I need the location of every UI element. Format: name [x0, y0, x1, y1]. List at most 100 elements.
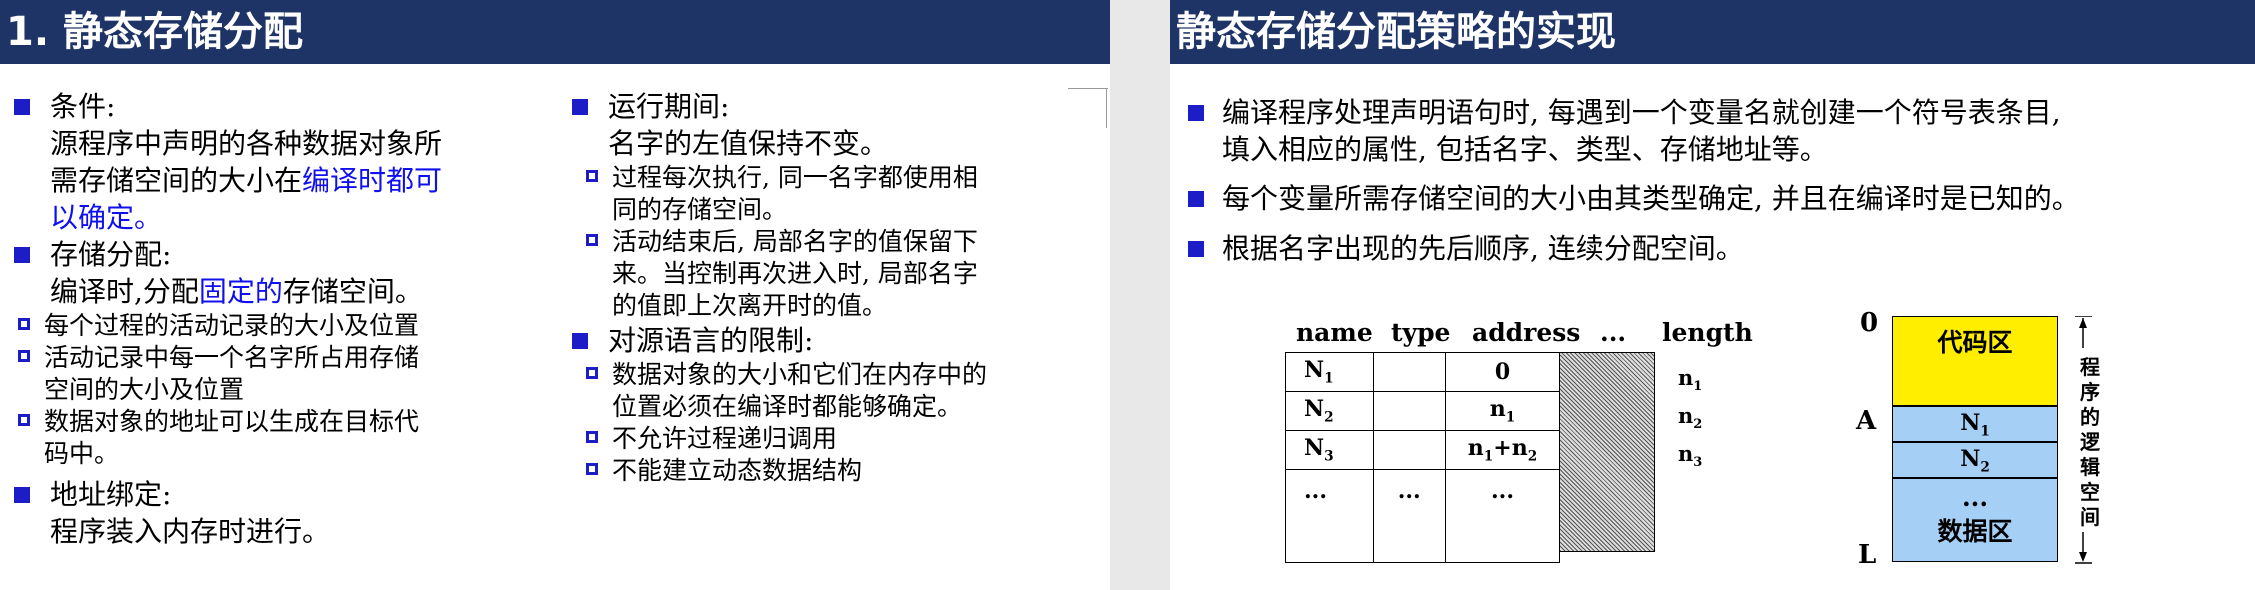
hatched-column [1560, 352, 1655, 552]
subscript: 3 [1324, 448, 1334, 465]
cell-text: n [1678, 365, 1694, 390]
memory-label-A: A [1856, 406, 1877, 436]
table-header-dots: ... [1600, 318, 1627, 347]
subscript: 1 [1980, 423, 1990, 440]
highlight-text: 以确定。 [50, 201, 163, 234]
memory-label-0: 0 [1860, 308, 1879, 338]
table-header-address: address [1472, 318, 1581, 347]
right-column: 运行期间: 名字的左值保持不变。 过程每次执行, 同一名字都使用相 同的存储空间… [572, 88, 1092, 487]
code-region: 代码区 [1892, 316, 2058, 406]
memory-label-L: L [1858, 540, 1877, 570]
bullet-storage-allocation: 存储分配: 编译时,分配固定的存储空间。 [14, 236, 534, 310]
subscript: 2 [1324, 409, 1334, 426]
hollow-square-icon [586, 170, 598, 182]
data-region: ... 数据区 [1892, 478, 2058, 562]
sub-bullet: 不允许过程递归调用 [582, 423, 1092, 455]
text-run: 存储空间。 [282, 275, 423, 308]
region-label: 代码区 [1937, 328, 2013, 357]
bullet-address-binding: 地址绑定: 程序装入内存时进行。 [14, 476, 534, 550]
subscript: 2 [1980, 459, 1990, 476]
cell-text: 0 [1494, 359, 1511, 385]
cell-text: ... [1304, 478, 1327, 504]
sub-bullet: 数据对象的大小和它们在内存中的 位置必须在编译时都能够确定。 [582, 359, 1092, 423]
subscript: 1 [1505, 409, 1516, 426]
side-label-char: 间 [2080, 505, 2100, 529]
subscript: 1 [1324, 370, 1334, 387]
bullet-square-icon [1188, 191, 1204, 207]
cell-text: ... [1397, 478, 1421, 504]
table-cell [1372, 352, 1446, 392]
region-label: N [1960, 446, 1981, 472]
hollow-square-icon [18, 318, 30, 330]
bullet-label: 地址绑定: [50, 478, 172, 511]
bullet-size-by-type: 每个变量所需存储空间的大小由其类型确定, 并且在编译时是已知的。 [1188, 180, 2255, 217]
bullet-label: 对源语言的限制: [608, 324, 814, 357]
table-cell: ... [1372, 469, 1446, 563]
sub-bullet: 活动结束后, 局部名字的值保留下 来。当控制再次进入时, 局部名字 的值即上次离… [582, 226, 1092, 322]
cell-text: n [1489, 396, 1506, 423]
bullet-square-icon [14, 247, 30, 263]
side-label-char: 辑 [2080, 455, 2100, 479]
hollow-square-icon [586, 463, 598, 475]
bullet-square-icon [1188, 105, 1204, 121]
table-cell: ... [1444, 469, 1561, 563]
length-label: n3 [1678, 441, 1702, 470]
bullet-runtime: 运行期间: 名字的左值保持不变。 [572, 88, 1092, 162]
sub-bullet-text: 过程每次执行, 同一名字都使用相 [612, 163, 978, 192]
cell-text: +n [1493, 435, 1528, 462]
subscript: 1 [1693, 379, 1703, 395]
bullet-text: 编译程序处理声明语句时, 每遇到一个变量名就创建一个符号表条目, [1222, 96, 2061, 129]
sub-bullet: 活动记录中每一个名字所占用存储 空间的大小及位置 [14, 342, 534, 406]
sub-bullet-text: 空间的大小及位置 [44, 375, 245, 404]
bullet-text: 名字的左值保持不变。 [608, 127, 889, 160]
slide-implementation: 静态存储分配策略的实现 编译程序处理声明语句时, 每遇到一个变量名就创建一个符号… [1170, 0, 2255, 590]
highlight-text: 编译时都可 [302, 164, 443, 197]
hollow-square-icon [586, 367, 598, 379]
bullet-conditions: 条件: 源程序中声明的各种数据对象所 需存储空间的大小在编译时都可 以确定。 [14, 88, 534, 236]
table-cell: ... [1285, 469, 1374, 563]
hollow-square-icon [586, 234, 598, 246]
sub-bullet: 数据对象的地址可以生成在目标代 码中。 [14, 406, 534, 470]
table-header-type: type [1391, 318, 1451, 347]
table-cell: n1+n2 [1444, 430, 1561, 470]
subscript: 3 [1693, 455, 1703, 471]
bullet-label: 条件: [50, 90, 116, 123]
side-label-char: 的 [2080, 405, 2100, 429]
cell-text: n [1467, 435, 1484, 462]
sub-bullet-text: 每个过程的活动记录的大小及位置 [44, 311, 420, 340]
bullet-sequential-allocation: 根据名字出现的先后顺序, 连续分配空间。 [1188, 230, 2255, 267]
bullet-text: 编译时,分配固定的存储空间。 [50, 273, 534, 310]
bullet-square-icon [572, 333, 588, 349]
bullet-square-icon [1188, 241, 1204, 257]
sub-bullet-text: 活动结束后, 局部名字的值保留下 [612, 227, 978, 256]
table-cell: 0 [1444, 352, 1561, 392]
region-label: N [1960, 410, 1981, 436]
memory-n2: N2 [1892, 442, 2058, 478]
subscript: 2 [1693, 417, 1703, 433]
table-cell: n1 [1444, 391, 1561, 431]
logical-space-label: 程序的逻辑空间 [2078, 355, 2102, 530]
table-cell: N2 [1285, 391, 1374, 431]
sub-bullet-text: 活动记录中每一个名字所占用存储 [44, 343, 420, 372]
subscript: 2 [1527, 448, 1538, 465]
slide1-title: 1. 静态存储分配 [0, 0, 1110, 64]
bullet-text: 源程序中声明的各种数据对象所 [50, 127, 443, 160]
sub-bullet-text: 码中。 [44, 439, 120, 468]
hollow-square-icon [18, 350, 30, 362]
sub-bullet-text: 数据对象的地址可以生成在目标代 [44, 407, 420, 436]
left-column: 条件: 源程序中声明的各种数据对象所 需存储空间的大小在编译时都可 以确定。 存… [14, 88, 534, 550]
length-label: n2 [1678, 403, 1702, 432]
length-label: n1 [1678, 365, 1702, 394]
text-run: 需存储空间的大小在 [50, 164, 303, 197]
bullet-language-restrictions: 对源语言的限制: [572, 322, 1092, 359]
bullet-text: 填入相应的属性, 包括名字、类型、存储地址等。 [1222, 133, 1828, 166]
memory-n1: N1 [1892, 406, 2058, 442]
bullet-text: 程序装入内存时进行。 [50, 515, 331, 548]
text-run: 编译时,分配 [50, 275, 199, 308]
bullet-text: 需存储空间的大小在编译时都可 [50, 162, 534, 199]
side-label-char: 空 [2080, 480, 2100, 504]
bullet-square-icon [572, 99, 588, 115]
side-label-char: 序 [2080, 380, 2100, 404]
sub-bullet-text: 的值即上次离开时的值。 [612, 291, 888, 320]
sub-bullet: 每个过程的活动记录的大小及位置 [14, 310, 534, 342]
